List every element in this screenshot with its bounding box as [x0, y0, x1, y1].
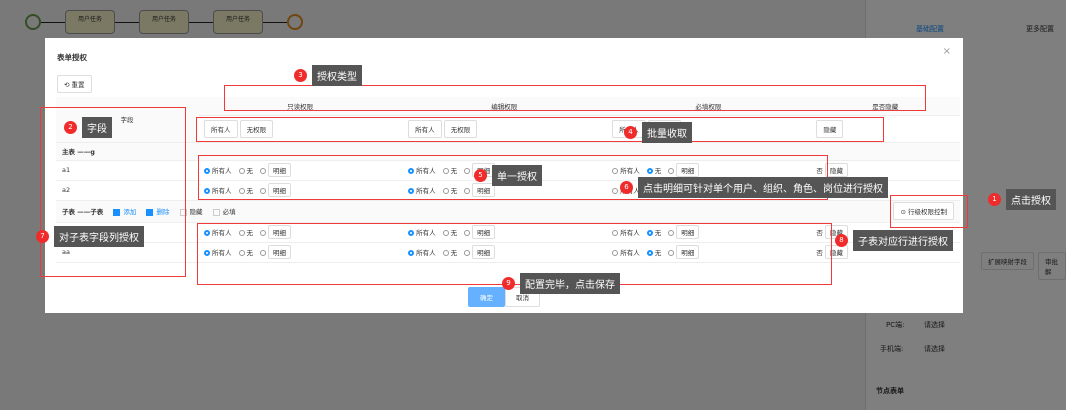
reset-button[interactable]: ⟲ 重置 [57, 75, 92, 93]
callout-2: 2 字段 [64, 117, 112, 138]
close-icon[interactable]: × [943, 46, 951, 57]
callout-6: 6 点击明细可针对单个用户、组织、角色、岗位进行授权 [620, 177, 888, 198]
sub-table-header: 子表 ——子表 添加 删除 隐藏 必填 ⊙ 行级权限控制 [56, 200, 960, 223]
highlight-field [40, 107, 186, 277]
callout-5: 5 单一授权 [474, 165, 542, 186]
highlight-batch [196, 117, 884, 142]
required-checkbox[interactable] [212, 208, 220, 216]
ok-button[interactable]: 确定 [468, 287, 505, 307]
dialog-title: 表单授权 [57, 53, 87, 62]
hide-button[interactable]: 隐藏 [825, 163, 848, 177]
highlight-type [224, 85, 926, 111]
callout-7: 7 对子表字段列授权 [36, 226, 144, 247]
callout-1: 1 点击授权 [988, 189, 1056, 210]
callout-3: 3 授权类型 [294, 65, 362, 86]
callout-8: 8 子表对应行进行授权 [835, 230, 953, 251]
callout-9: 9 配置完毕，点击保存 [502, 273, 620, 294]
callout-4: 4 批量收取 [624, 122, 692, 143]
highlight-row-ctrl [890, 195, 968, 228]
